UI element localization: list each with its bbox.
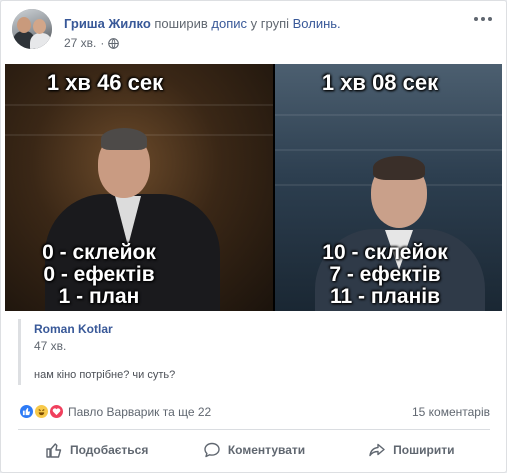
comment-button-label: Коментувати [227,442,306,457]
image-right-panel: 1 хв 08 сек 10 - склейок 7 - ефектів 11 … [275,64,502,311]
left-stat-effects: 0 - ефектів [43,263,155,286]
shared-timestamp[interactable]: 47 хв. [34,339,66,353]
action-bar: Подобається Коментувати Поширити [18,429,490,469]
share-icon [369,443,385,456]
thumbs-up-icon [46,442,62,458]
left-duration: 1 хв 46 сек [46,70,164,95]
post-header: Гриша Жилко поширив допис у групі Волинь… [12,9,495,55]
right-duration: 1 хв 08 сек [321,70,439,95]
right-stat-shots: 11 - планів [330,285,440,308]
group-link[interactable]: Волинь. [293,16,341,31]
shared-post-text: нам кіно потрібне? чи суть? [34,369,176,381]
post-card: Гриша Жилко поширив допис у групі Волинь… [0,0,507,473]
globe-icon[interactable] [108,37,120,49]
share-button-label: Поширити [393,442,455,457]
reaction-icons[interactable] [18,403,68,421]
post-meta: 27 хв. · [64,36,120,50]
shared-author-name[interactable]: Roman Kotlar [34,322,113,336]
post-image[interactable]: 1 хв 46 сек 0 - склейок 0 - ефектів 1 - … [5,64,502,311]
more-options-icon[interactable] [471,11,495,27]
left-stat-shots: 1 - план [58,285,140,308]
right-stat-effects: 7 - ефектів [329,263,441,286]
avatar[interactable] [12,9,52,49]
comment-button[interactable]: Коментувати [175,430,332,469]
author-name[interactable]: Гриша Жилко [64,16,151,31]
like-icon [18,403,35,420]
like-button[interactable]: Подобається [18,430,175,469]
like-button-label: Подобається [69,442,149,457]
comment-count[interactable]: 15 коментарів [412,405,490,419]
shared-post-block: Roman Kotlar 47 хв. нам кіно потрібне? ч… [18,319,491,385]
share-button[interactable]: Поширити [333,430,490,469]
group-prefix: у групі [250,16,289,31]
post-headline: Гриша Жилко поширив допис у групі Волинь… [64,16,341,31]
reaction-names[interactable]: Павло Варварик та ще 22 [68,405,211,419]
haha-icon [33,403,50,420]
image-left-panel: 1 хв 46 сек 0 - склейок 0 - ефектів 1 - … [5,64,273,311]
love-icon [48,403,65,420]
left-stat-cuts: 0 - склейок [42,241,156,264]
comment-icon [204,442,220,457]
shared-verb: поширив [154,16,208,31]
right-stat-cuts: 10 - склейок [322,241,448,264]
reactions-bar: Павло Варварик та ще 22 15 коментарів [18,402,490,422]
post-timestamp[interactable]: 27 хв. [64,36,96,50]
shared-post-link[interactable]: допис [211,16,247,31]
